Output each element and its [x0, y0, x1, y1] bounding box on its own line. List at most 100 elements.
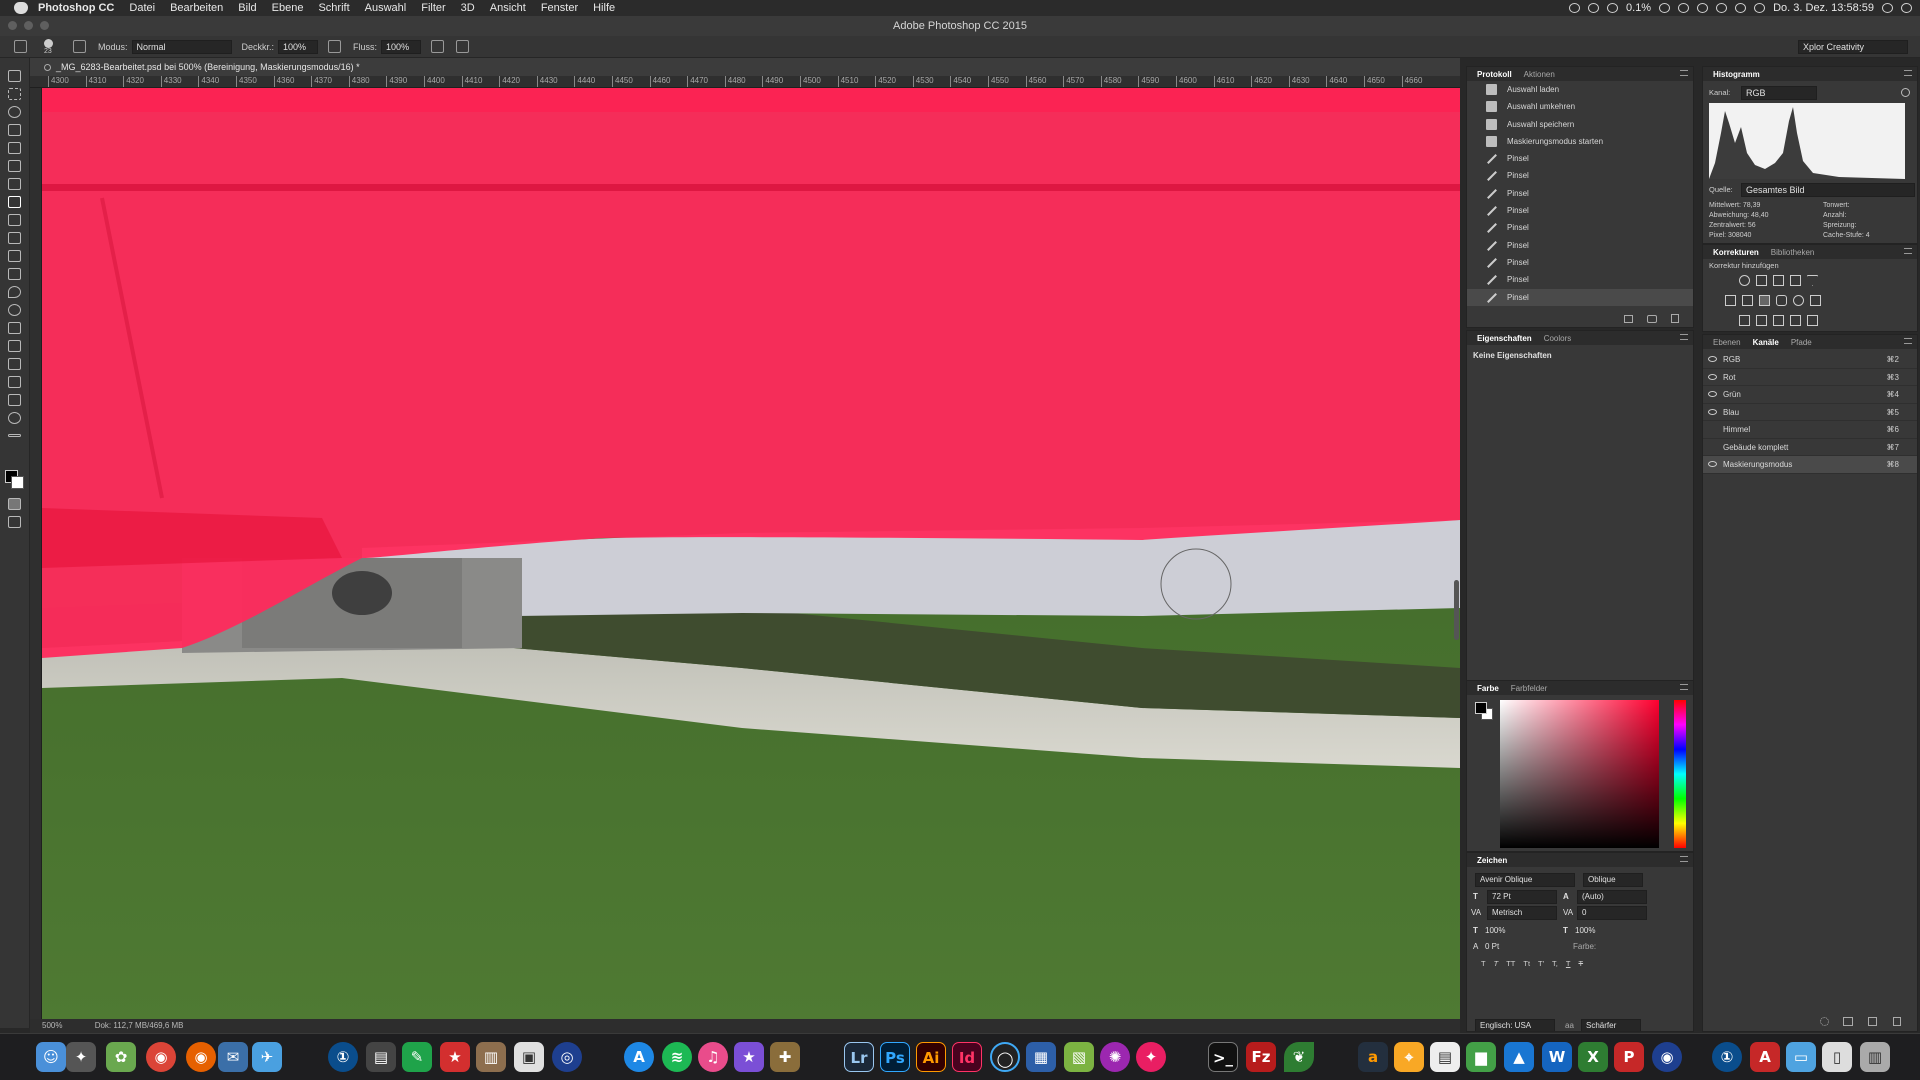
channel-row[interactable]: Gebäude komplett ⌘7 [1703, 439, 1917, 456]
vibrance-icon[interactable] [1807, 275, 1818, 286]
tab-farbfelder[interactable]: Farbfelder [1505, 684, 1553, 693]
notification-icon[interactable] [1901, 3, 1912, 13]
tab-kanaele[interactable]: Kanäle [1747, 338, 1785, 347]
firefox-icon[interactable]: ◉ [186, 1042, 216, 1072]
cocktail-icon[interactable]: ✚ [770, 1042, 800, 1072]
zoom-level[interactable]: 500% [42, 1021, 62, 1030]
photoshop-icon[interactable]: Ps [880, 1042, 910, 1072]
history-item[interactable]: Maskierungsmodus starten [1467, 133, 1693, 150]
indesign-icon[interactable]: Id [952, 1042, 982, 1072]
file-icon[interactable]: ▯ [1822, 1042, 1852, 1072]
underline-button[interactable]: T [1566, 959, 1571, 969]
brush-tool-icon[interactable] [14, 40, 27, 53]
path-selection-tool-icon[interactable] [8, 358, 21, 370]
healing-brush-tool-icon[interactable] [8, 178, 21, 190]
tweetbot-icon[interactable]: ✈ [252, 1042, 282, 1072]
flow-field[interactable]: 100% [381, 39, 422, 54]
font-family-select[interactable]: Avenir Oblique [1475, 873, 1575, 887]
eye-icon[interactable] [1708, 391, 1717, 397]
lightroom-icon[interactable]: Lr [844, 1042, 874, 1072]
color-spectrum-field[interactable] [1500, 700, 1659, 848]
tab-coolors[interactable]: Coolors [1538, 334, 1578, 343]
tab-ebenen[interactable]: Ebenen [1707, 338, 1747, 347]
mode-select[interactable]: Normal [131, 39, 232, 54]
vertical-scale-value[interactable]: 100% [1485, 926, 1505, 935]
mail-icon[interactable]: ✉ [218, 1042, 248, 1072]
preview-icon[interactable]: ▣ [514, 1042, 544, 1072]
workspace-select[interactable]: Xplor Creativity [1798, 39, 1908, 54]
tray-icon[interactable] [1697, 3, 1709, 13]
horizontal-scale-value[interactable]: 100% [1575, 926, 1595, 935]
tray-icon[interactable] [1678, 3, 1690, 13]
maps-app-icon[interactable]: ⌖ [1394, 1042, 1424, 1072]
tab-korrekturen[interactable]: Korrekturen [1707, 248, 1765, 257]
photo-app-icon[interactable]: ▦ [1026, 1042, 1056, 1072]
eye-icon[interactable] [1708, 408, 1717, 415]
horizontal-ruler[interactable]: 4300 4310 4320 4330 4340 4350 4360 4370 4380 4390… [30, 76, 1460, 88]
history-item[interactable]: Pinsel [1467, 219, 1693, 236]
screen-mode-icon[interactable] [8, 516, 21, 528]
close-window-button[interactable] [8, 21, 17, 30]
dodge-tool-icon[interactable] [8, 304, 21, 316]
history-item[interactable]: Pinsel [1467, 271, 1693, 288]
history-item[interactable]: Pinsel [1467, 185, 1693, 202]
speech-icon[interactable]: ✦ [1136, 1042, 1166, 1072]
move-tool-icon[interactable] [8, 70, 21, 82]
posterize-icon[interactable] [1756, 315, 1767, 326]
pressure-size-icon[interactable] [456, 40, 470, 53]
notes-icon[interactable]: ▤ [366, 1042, 396, 1072]
color-lookup-icon[interactable] [1810, 295, 1821, 306]
leading-field[interactable]: (Auto) [1577, 890, 1647, 904]
spotlight-icon[interactable] [1882, 3, 1893, 13]
acrobat-icon[interactable]: A [1750, 1042, 1780, 1072]
menu-datei[interactable]: Datei [129, 2, 155, 14]
save-selection-channel-icon[interactable] [1843, 1017, 1853, 1026]
channel-mixer-icon[interactable] [1793, 295, 1804, 306]
volume-icon[interactable] [1754, 3, 1766, 13]
menu-auswahl[interactable]: Auswahl [365, 2, 407, 14]
maps-icon[interactable]: ✿ [106, 1042, 136, 1072]
evernote-icon[interactable]: ✎ [402, 1042, 432, 1072]
load-channel-selection-icon[interactable] [1820, 1017, 1829, 1026]
brush-preset-picker[interactable]: 23 [39, 37, 59, 57]
zoom-tool-icon[interactable] [8, 412, 21, 424]
channel-row[interactable]: RGB ⌘2 [1703, 351, 1917, 369]
threshold-icon[interactable] [1773, 315, 1784, 326]
history-item-selected[interactable]: Pinsel [1467, 288, 1693, 306]
pinwheel-icon[interactable]: ✺ [1100, 1042, 1130, 1072]
vertical-ruler[interactable] [30, 88, 42, 1026]
leaf-icon[interactable]: ❦ [1284, 1042, 1314, 1072]
gradient-map-icon[interactable] [1807, 315, 1818, 326]
illustrator-icon[interactable]: Ai [916, 1042, 946, 1072]
launchpad-icon[interactable]: ✦ [66, 1042, 96, 1072]
history-item[interactable]: Pinsel [1467, 237, 1693, 254]
brush-panel-icon[interactable] [73, 40, 86, 53]
menu-ebene[interactable]: Ebene [272, 2, 304, 14]
history-item[interactable]: Auswahl laden [1467, 81, 1693, 98]
imovie-icon[interactable]: ★ [734, 1042, 764, 1072]
tracking-field[interactable]: 0 [1577, 906, 1647, 920]
tray-icon[interactable] [1588, 3, 1600, 13]
crop-tool-icon[interactable] [8, 142, 21, 154]
antialias-select[interactable]: Schärfer [1581, 1019, 1641, 1031]
panel-menu-icon[interactable] [1680, 684, 1688, 690]
curves-icon[interactable] [1773, 275, 1784, 286]
eye-icon[interactable] [1708, 356, 1717, 362]
minimize-window-button[interactable] [24, 21, 33, 30]
invert-icon[interactable] [1739, 315, 1750, 326]
document-canvas[interactable] [42, 88, 1460, 1026]
tray-icon[interactable] [1607, 3, 1619, 13]
hue-saturation-icon[interactable] [1725, 295, 1736, 306]
menu-fenster[interactable]: Fenster [541, 2, 578, 14]
eye-icon[interactable] [1708, 373, 1717, 380]
font-size-field[interactable]: 72 Pt [1487, 890, 1557, 904]
all-caps-button[interactable]: TT [1506, 959, 1515, 969]
spotify-icon[interactable]: ≋ [662, 1042, 692, 1072]
eyedropper-tool-icon[interactable] [8, 160, 21, 172]
snapshot-icon[interactable] [1647, 315, 1657, 323]
filezilla-icon[interactable]: Fz [1246, 1042, 1276, 1072]
numbers-icon[interactable]: ▆ [1466, 1042, 1496, 1072]
notebook-icon[interactable]: ▥ [476, 1042, 506, 1072]
brush-tool-icon[interactable] [8, 196, 21, 208]
document-info[interactable]: Dok: 112,7 MB/469,6 MB [95, 1021, 184, 1030]
